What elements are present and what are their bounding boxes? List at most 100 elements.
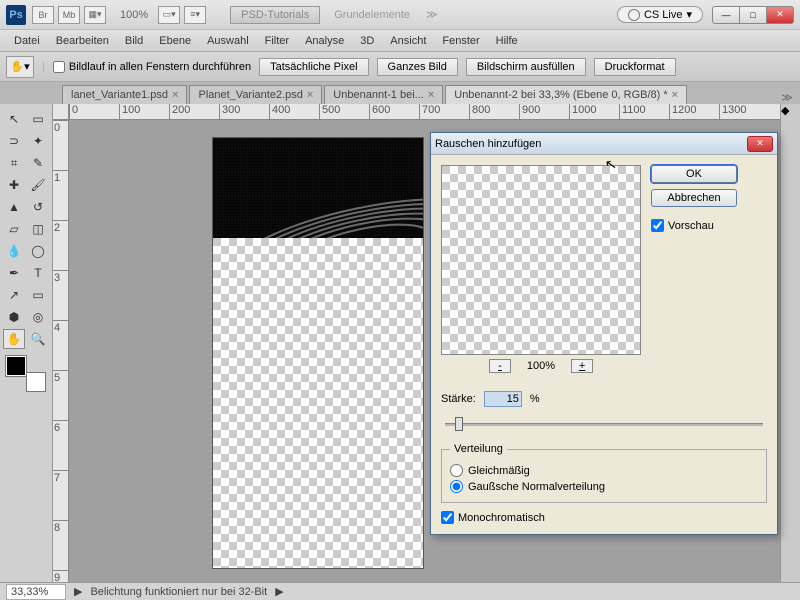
blur-tool[interactable]: 💧 <box>3 241 25 261</box>
menu-analyse[interactable]: Analyse <box>297 35 352 47</box>
panels-collapsed[interactable]: ◆ <box>780 104 800 582</box>
marquee-tool[interactable]: ▭ <box>27 109 49 129</box>
lasso-tool[interactable]: ⊃ <box>3 131 25 151</box>
minimize-button[interactable]: — <box>712 6 740 24</box>
wand-tool[interactable]: ✦ <box>27 131 49 151</box>
zoom-in-button[interactable]: + <box>571 359 593 373</box>
3d-tool[interactable]: ⬢ <box>3 307 25 327</box>
hand-tool[interactable]: ✋ <box>3 329 25 349</box>
close-icon[interactable]: × <box>428 89 434 101</box>
status-info: Belichtung funktioniert nur bei 32-Bit <box>90 586 267 598</box>
menu-auswahl[interactable]: Auswahl <box>199 35 257 47</box>
document-tabbar: lanet_Variante1.psd× Planet_Variante2.ps… <box>0 82 800 104</box>
dodge-tool[interactable]: ◯ <box>27 241 49 261</box>
monochrome-checkbox[interactable]: Monochromatisch <box>441 511 767 524</box>
amount-label: Stärke: <box>441 393 476 405</box>
canvas-image-rings <box>213 138 423 238</box>
screenmode-button[interactable]: ▭▾ <box>158 6 180 24</box>
fill-screen-button[interactable]: Bildschirm ausfüllen <box>466 58 586 76</box>
menubar: Datei Bearbeiten Bild Ebene Auswahl Filt… <box>0 30 800 52</box>
menu-bearbeiten[interactable]: Bearbeiten <box>48 35 117 47</box>
menu-filter[interactable]: Filter <box>257 35 297 47</box>
crop-tool[interactable]: ⌗ <box>3 153 25 173</box>
more-tabs-icon[interactable]: ≫ <box>774 91 800 104</box>
amount-slider[interactable] <box>445 415 763 435</box>
close-icon[interactable]: × <box>307 89 313 101</box>
pen-tool[interactable]: ✒ <box>3 263 25 283</box>
workspace-tab-basics[interactable]: Grundelemente <box>324 7 420 23</box>
amount-input[interactable] <box>484 391 522 407</box>
preview-zoom-value: 100% <box>527 360 555 372</box>
hand-tool-icon[interactable]: ✋▾ <box>6 56 34 78</box>
zoom-input[interactable]: 33,33% <box>6 584 66 600</box>
document-tab-active[interactable]: Unbenannt-2 bei 33,3% (Ebene 0, RGB/8) *… <box>445 85 687 104</box>
status-arrow-icon[interactable]: ▶ <box>74 585 82 598</box>
color-swatches[interactable] <box>6 356 46 392</box>
heal-tool[interactable]: ✚ <box>3 175 25 195</box>
canvas-transparent <box>213 238 423 568</box>
eyedropper-tool[interactable]: ✎ <box>27 153 49 173</box>
eraser-tool[interactable]: ▱ <box>3 219 25 239</box>
percent-label: % <box>530 393 540 405</box>
preview-checkbox[interactable]: Vorschau <box>651 219 767 232</box>
minibridge-button[interactable]: Mb <box>58 6 80 24</box>
arrange-button[interactable]: ▦▾ <box>84 6 106 24</box>
distribution-group: Verteilung Gleichmäßig Gaußsche Normalve… <box>441 443 767 503</box>
menu-datei[interactable]: Datei <box>6 35 48 47</box>
cancel-button[interactable]: Abbrechen <box>651 189 737 207</box>
document-tab[interactable]: Unbenannt-1 bei...× <box>324 85 443 104</box>
move-tool[interactable]: ↖ <box>3 109 25 129</box>
ruler-horizontal: 0100200300400500600700800900100011001200… <box>69 104 780 120</box>
close-button[interactable]: ✕ <box>766 6 794 24</box>
menu-fenster[interactable]: Fenster <box>434 35 487 47</box>
foreground-swatch[interactable] <box>6 356 26 376</box>
tools-panel: ↖ ▭ ⊃ ✦ ⌗ ✎ ✚ 🖌 ▲ ↺ ▱ ◫ 💧 ◯ ✒ T ↗ ▭ ⬢ ◎ … <box>0 104 53 582</box>
scroll-all-checkbox[interactable]: Bildlauf in allen Fenstern durchführen <box>53 61 251 73</box>
menu-ebene[interactable]: Ebene <box>151 35 199 47</box>
zoom-out-button[interactable]: - <box>489 359 511 373</box>
fit-screen-button[interactable]: Ganzes Bild <box>377 58 458 76</box>
more-workspaces-icon[interactable]: ≫ <box>426 8 438 21</box>
3d-camera-tool[interactable]: ◎ <box>27 307 49 327</box>
bridge-button[interactable]: Br <box>32 6 54 24</box>
close-icon[interactable]: × <box>672 89 678 101</box>
gaussian-radio[interactable]: Gaußsche Normalverteilung <box>450 480 758 493</box>
gradient-tool[interactable]: ◫ <box>27 219 49 239</box>
menu-bild[interactable]: Bild <box>117 35 151 47</box>
maximize-button[interactable]: □ <box>739 6 767 24</box>
status-arrow-icon[interactable]: ▶ <box>275 585 283 598</box>
dialog-titlebar[interactable]: Rauschen hinzufügen ✕ <box>431 133 777 155</box>
menu-3d[interactable]: 3D <box>352 35 382 47</box>
close-icon[interactable]: × <box>172 89 178 101</box>
menu-hilfe[interactable]: Hilfe <box>488 35 526 47</box>
workspace-tab-tutorials[interactable]: PSD-Tutorials <box>230 6 320 24</box>
zoom-display: 100% <box>120 9 148 21</box>
path-tool[interactable]: ↗ <box>3 285 25 305</box>
extras-button[interactable]: ≡▾ <box>184 6 206 24</box>
options-bar: ✋▾ | Bildlauf in allen Fenstern durchfüh… <box>0 52 800 82</box>
document-canvas[interactable] <box>213 138 423 568</box>
zoom-tool[interactable]: 🔍 <box>27 329 49 349</box>
brush-tool[interactable]: 🖌 <box>27 175 49 195</box>
cslive-button[interactable]: CS Live ▾ <box>617 6 703 23</box>
statusbar: 33,33% ▶ Belichtung funktioniert nur bei… <box>0 582 800 600</box>
menu-ansicht[interactable]: Ansicht <box>382 35 434 47</box>
shape-tool[interactable]: ▭ <box>27 285 49 305</box>
history-brush-tool[interactable]: ↺ <box>27 197 49 217</box>
uniform-radio[interactable]: Gleichmäßig <box>450 464 758 477</box>
type-tool[interactable]: T <box>27 263 49 283</box>
background-swatch[interactable] <box>26 372 46 392</box>
titlebar: Ps Br Mb ▦▾ 100% ▭▾ ≡▾ PSD-Tutorials Gru… <box>0 0 800 30</box>
preview-box[interactable] <box>441 165 641 355</box>
actual-pixels-button[interactable]: Tatsächliche Pixel <box>259 58 368 76</box>
ruler-vertical: 0123456789 <box>53 120 69 582</box>
ok-button[interactable]: OK <box>651 165 737 183</box>
dialog-close-button[interactable]: ✕ <box>747 136 773 152</box>
stamp-tool[interactable]: ▲ <box>3 197 25 217</box>
print-size-button[interactable]: Druckformat <box>594 58 676 76</box>
ps-logo: Ps <box>6 5 26 25</box>
add-noise-dialog: Rauschen hinzufügen ✕ - 100% + OK Abbrec… <box>430 132 778 535</box>
document-tab[interactable]: Planet_Variante2.psd× <box>189 85 322 104</box>
document-tab[interactable]: lanet_Variante1.psd× <box>62 85 187 104</box>
dialog-title: Rauschen hinzufügen <box>435 138 541 150</box>
